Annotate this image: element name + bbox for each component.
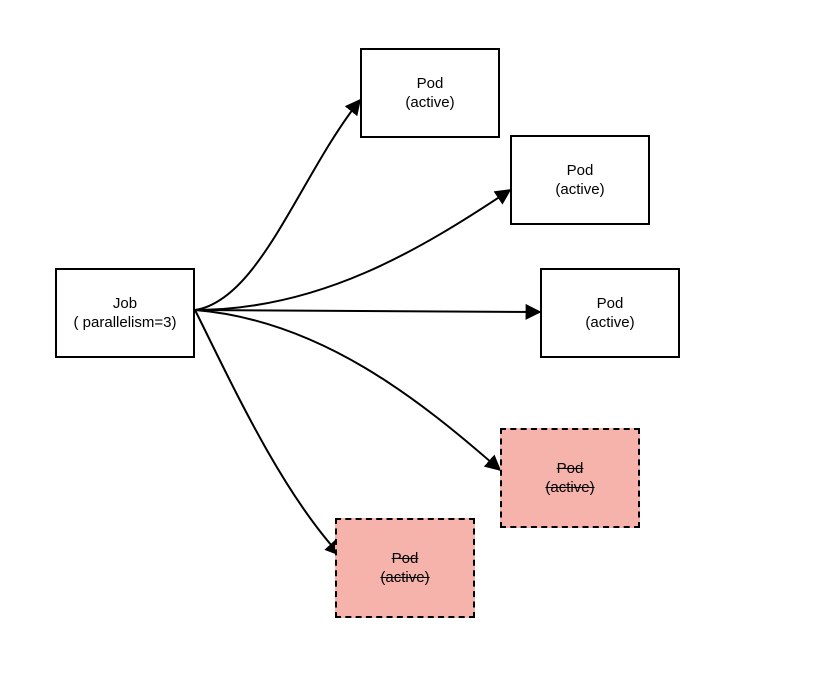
arrow-job-to-pod2 — [195, 190, 510, 310]
pod-subtitle: (active) — [555, 180, 604, 200]
pod-title: Pod — [557, 459, 584, 479]
pod-subtitle: (active) — [545, 478, 594, 498]
arrow-job-to-pod3 — [195, 310, 540, 312]
job-subtitle: ( parallelism=3) — [74, 313, 177, 333]
diagram-canvas: Job ( parallelism=3) Pod (active) Pod (a… — [0, 0, 820, 680]
pod-subtitle: (active) — [405, 93, 454, 113]
pod-title: Pod — [417, 74, 444, 94]
pod-box-2: Pod (active) — [510, 135, 650, 225]
job-box: Job ( parallelism=3) — [55, 268, 195, 358]
arrow-job-to-pod5 — [195, 310, 340, 555]
job-title: Job — [113, 294, 137, 314]
pod-box-4-terminated: Pod (active) — [500, 428, 640, 528]
pod-box-3: Pod (active) — [540, 268, 680, 358]
pod-title: Pod — [597, 294, 624, 314]
pod-title: Pod — [567, 161, 594, 181]
pod-subtitle: (active) — [585, 313, 634, 333]
pod-title: Pod — [392, 549, 419, 569]
arrow-job-to-pod4 — [195, 310, 500, 470]
pod-box-1: Pod (active) — [360, 48, 500, 138]
pod-subtitle: (active) — [380, 568, 429, 588]
arrow-job-to-pod1 — [195, 100, 360, 310]
pod-box-5-terminated: Pod (active) — [335, 518, 475, 618]
